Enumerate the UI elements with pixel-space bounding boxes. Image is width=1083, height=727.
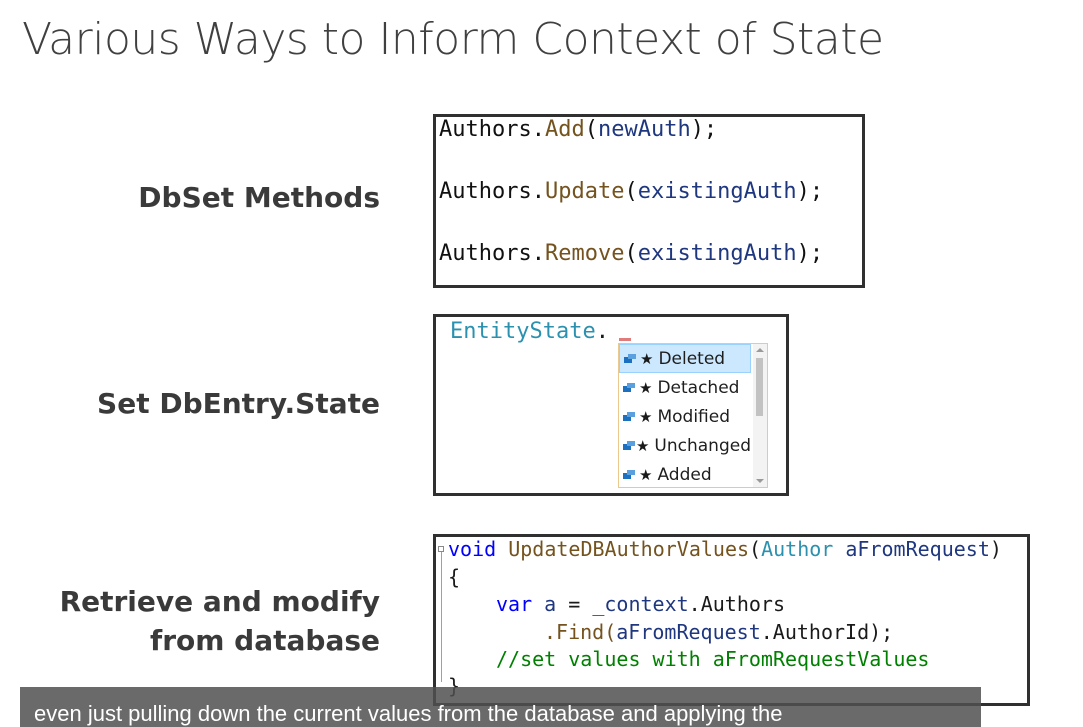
label-retrieve-line2: from database	[150, 624, 380, 657]
scroll-down-arrow-icon[interactable]	[756, 479, 764, 483]
enum-member-icon	[623, 411, 635, 422]
retrieve-code-box: void UpdateDBAuthorValues(Author aFromRe…	[433, 534, 1030, 706]
star-icon: ★	[640, 349, 654, 368]
intellisense-item-label: Modified	[657, 406, 730, 427]
enum-member-icon	[623, 382, 635, 393]
label-dbset-methods: DbSet Methods	[138, 181, 380, 214]
scroll-up-arrow-icon[interactable]	[756, 348, 764, 352]
error-squiggle	[619, 338, 631, 341]
intellisense-scrollbar[interactable]	[753, 344, 767, 487]
star-icon: ★	[639, 465, 653, 484]
video-caption: even just pulling down the current value…	[20, 687, 981, 727]
label-retrieve-line1: Retrieve and modify	[59, 585, 380, 618]
code-line-var: var a = _context.Authors	[496, 592, 785, 616]
scroll-thumb[interactable]	[756, 358, 763, 416]
intellisense-item-label: Detached	[657, 377, 740, 398]
star-icon: ★	[635, 436, 650, 455]
label-set-dbentry-state: Set DbEntry.State	[97, 387, 380, 420]
intellisense-item-unchanged[interactable]: ★ Unchanged	[619, 431, 751, 460]
intellisense-item-label: Deleted	[658, 348, 726, 369]
code-line-brace-open: {	[448, 565, 461, 589]
intellisense-list[interactable]: ★ Deleted ★ Detached ★ Modified ★ Unchan…	[618, 343, 768, 488]
dbset-code-box: Authors.Add(newAuth); Authors.Update(exi…	[433, 114, 865, 288]
intellisense-item-label: Added	[657, 464, 712, 485]
entitystate-code-box: EntityState. ★ Deleted ★ Detached ★ Modi…	[433, 314, 789, 496]
enum-member-icon	[623, 440, 635, 451]
intellisense-item-modified[interactable]: ★ Modified	[619, 402, 751, 431]
code-line-signature: void UpdateDBAuthorValues(Author aFromRe…	[448, 537, 1002, 561]
code-line-update: Authors.Update(existingAuth);	[439, 179, 824, 204]
enum-member-icon	[623, 469, 635, 480]
code-line-find: .Find(aFromRequest.AuthorId);	[544, 620, 894, 644]
code-line-add: Authors.Add(newAuth);	[439, 117, 718, 142]
intellisense-item-deleted[interactable]: ★ Deleted	[619, 344, 751, 373]
fold-guide-line	[441, 552, 442, 682]
intellisense-item-detached[interactable]: ★ Detached	[619, 373, 751, 402]
star-icon: ★	[639, 407, 653, 426]
entitystate-expression: EntityState.	[450, 319, 609, 344]
slide-title: Various Ways to Inform Context of State	[22, 14, 884, 65]
intellisense-item-added[interactable]: ★ Added	[619, 460, 751, 487]
intellisense-item-label: Unchanged	[654, 435, 751, 456]
star-icon: ★	[639, 378, 653, 397]
code-line-comment: //set values with aFromRequestValues	[496, 647, 930, 671]
code-line-remove: Authors.Remove(existingAuth);	[439, 241, 824, 266]
enum-member-icon	[624, 353, 636, 364]
